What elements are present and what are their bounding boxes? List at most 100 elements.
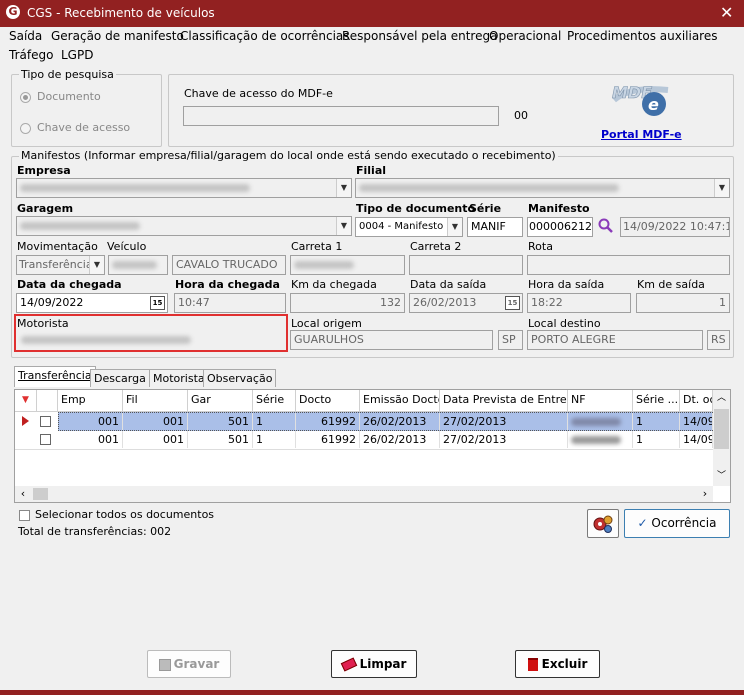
bottom-border [0,690,744,695]
row-checkbox[interactable] [40,434,51,445]
tipo-doc-value: 0004 - Manifesto [359,221,444,232]
table-row[interactable]: 001 001 501 1 61992 26/02/2013 27/02/201… [15,412,713,431]
eraser-icon [340,657,357,672]
col-emp[interactable]: Emp [58,390,123,412]
check-icon: ✓ [637,516,648,530]
filial-select[interactable]: ▼ [355,178,730,198]
limpar-label: Limpar [359,657,407,671]
col-emissao[interactable]: Emissão Docto [360,390,440,412]
cell-serie2: 1 [633,431,680,448]
cell-dt: 14/09 [680,431,713,448]
movimentacao-select[interactable]: Transferência ▼ [16,255,105,275]
scroll-left-icon[interactable]: ‹ [15,486,31,502]
cell-prevista: 27/02/2013 [440,431,568,448]
hora-saida-label: Hora da saída [528,278,605,291]
veiculo-input[interactable] [108,255,168,275]
calendar-icon[interactable]: 15 [150,296,165,310]
mdfe-logo-icon: MDF e [610,78,672,126]
data-saida-label: Data da saída [410,278,487,291]
data-saida-input[interactable]: 26/02/2013 15 [409,293,523,313]
menu-geracao-manifesto[interactable]: Geração de manifesto [51,29,184,43]
col-gar[interactable]: Gar [188,390,253,412]
radio-documento[interactable] [20,92,31,103]
garagem-select[interactable]: ▼ [16,216,352,236]
tab-transferencia[interactable]: Transferência [14,366,96,387]
select-all-checkbox[interactable] [19,510,30,521]
menu-operacional[interactable]: Operacional [489,29,561,43]
manifesto-input[interactable]: 0000062125 [527,217,593,237]
cell-serie: 1 [253,431,296,448]
sort-down-icon[interactable]: ▼ [15,390,37,412]
menu-trafego[interactable]: Tráfego [9,48,53,62]
km-chegada-label: Km da chegada [291,278,377,291]
table-row[interactable]: 001 001 501 1 61992 26/02/2013 27/02/201… [15,431,713,450]
search-icon[interactable] [598,218,614,237]
gravar-button[interactable]: Gravar [147,650,231,678]
hora-saida-input[interactable]: 18:22 [527,293,631,313]
empresa-redacted [20,184,250,192]
garagem-label: Garagem [17,202,74,215]
tab-motorista-label: Motorista [153,372,205,385]
menu-saida[interactable]: Saída [9,29,42,43]
serie-input[interactable]: MANIF [467,217,523,237]
rota-input[interactable] [527,255,730,275]
scroll-up-icon[interactable]: ︿ [713,390,730,407]
serie-label: Série [469,202,502,215]
menu-lgpd[interactable]: LGPD [61,48,93,62]
cell-gar: 501 [188,431,253,448]
col-docto[interactable]: Docto [296,390,360,412]
tab-descarga[interactable]: Descarga [90,369,150,387]
mdfe-key-input[interactable] [183,106,499,126]
col-nf[interactable]: NF [568,390,633,412]
tab-motorista[interactable]: Motorista [149,369,209,387]
col-serie[interactable]: Série [253,390,296,412]
carreta2-label: Carreta 2 [410,240,462,253]
excluir-label: Excluir [541,657,588,671]
radio-chave-acesso[interactable] [20,123,31,134]
tipo-doc-label: Tipo de documento [356,202,476,215]
chevron-down-icon: ▼ [336,179,351,197]
data-chegada-input[interactable]: 14/09/2022 15 [16,293,168,313]
horizontal-scrollbar[interactable]: ‹ › [15,486,713,502]
ocorrencia-button[interactable]: ✓ Ocorrência [624,509,730,538]
carreta2-input[interactable] [409,255,523,275]
km-saida-input[interactable]: 1 [636,293,730,313]
table-header: ▼ Emp Fil Gar Série Docto Emissão Docto … [15,390,713,412]
tipo-doc-select[interactable]: 0004 - Manifesto ▼ [355,217,463,237]
vertical-scrollbar[interactable]: ︿ ﹀ [713,390,730,486]
carreta1-input[interactable] [290,255,405,275]
excluir-button[interactable]: Excluir [515,650,600,678]
motorista-input[interactable] [17,330,285,350]
menu-responsavel[interactable]: Responsável pela entrega [342,29,497,43]
search-type-group [11,74,162,147]
tab-observacao-label: Observação [207,372,273,385]
col-dt[interactable]: Dt. oc [680,390,713,412]
row-checkbox[interactable] [40,416,51,427]
horizontal-scroll-thumb[interactable] [33,488,48,500]
menu-classificacao[interactable]: Classificação de ocorrências [180,29,350,43]
garagem-redacted [20,222,140,230]
title-bar: G CGS - Recebimento de veículos ✕ [0,0,744,27]
cell-serie2: 1 [633,413,680,430]
scroll-down-icon[interactable]: ﹀ [713,468,730,485]
hora-chegada-input[interactable]: 10:47 [174,293,286,313]
destino-uf: RS [707,330,730,350]
scroll-right-icon[interactable]: › [697,486,713,502]
portal-mdfe-link[interactable]: Portal MDF-e [601,128,682,141]
cell-emp: 001 [58,413,123,430]
menu-procedimentos[interactable]: Procedimentos auxiliares [567,29,717,43]
manifesto-datetime: 14/09/2022 10:47:15 [620,217,730,237]
vertical-scroll-thumb[interactable] [714,409,729,449]
calendar-icon[interactable]: 15 [505,296,520,310]
empresa-select[interactable]: ▼ [16,178,352,198]
limpar-button[interactable]: Limpar [331,650,417,678]
gears-icon [593,515,613,533]
gears-button[interactable] [587,509,619,538]
close-icon[interactable]: ✕ [720,3,733,22]
km-chegada-input[interactable]: 132 [290,293,405,313]
nf-redacted [571,418,621,426]
col-fil[interactable]: Fil [123,390,188,412]
col-prevista[interactable]: Data Prevista de Entrega [440,390,568,412]
tab-observacao[interactable]: Observação [203,369,277,387]
col-serie2[interactable]: Série ... [633,390,680,412]
